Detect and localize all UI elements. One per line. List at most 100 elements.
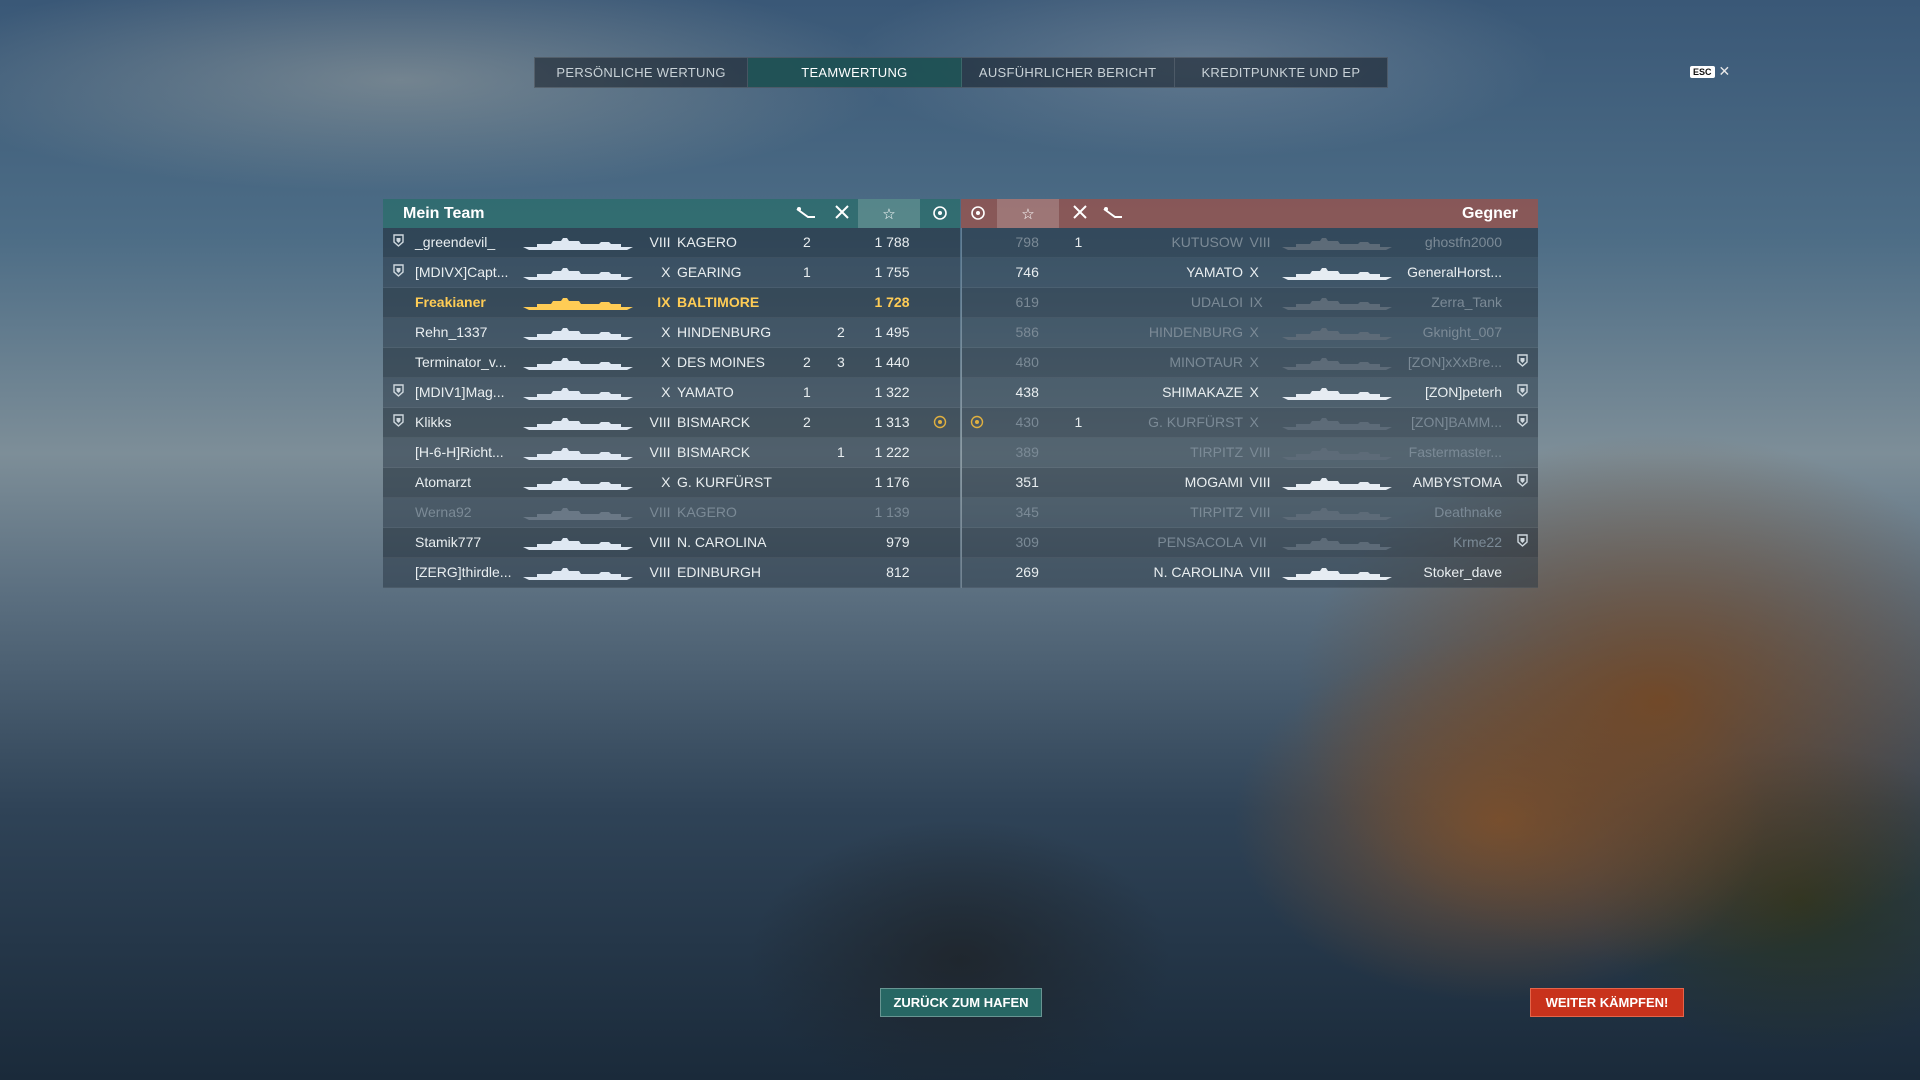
tab-personal-score[interactable]: PERSÖNLICHE WERTUNG xyxy=(535,58,749,87)
player-name[interactable]: Rehn_1337 xyxy=(415,324,487,340)
score: 586 xyxy=(1015,324,1039,340)
ship-tier: X xyxy=(661,354,671,370)
player-row-3[interactable]: Freakianer IX BALTIMORE 1 728 xyxy=(383,288,960,318)
division-badge-icon xyxy=(1516,354,1528,367)
player-name[interactable]: Stoker_dave xyxy=(1423,564,1502,580)
tab-detailed-report[interactable]: AUSFÜHRLICHER BERICHT xyxy=(962,58,1175,87)
enemy-row-5[interactable]: 480 MINOTAUR X [ZON]xXxBre... xyxy=(961,348,1538,378)
player-row-5[interactable]: Terminator_v... X DES MOINES 2 3 1 440 xyxy=(383,348,960,378)
player-name[interactable]: Fastermaster... xyxy=(1409,444,1502,460)
kill-icon xyxy=(1070,205,1090,222)
ship-tier: X xyxy=(661,474,671,490)
torpedo-hit-icon xyxy=(796,205,816,222)
score: 1 313 xyxy=(874,414,910,430)
player-name[interactable]: Werna92 xyxy=(415,504,472,520)
ship-silhouette-icon xyxy=(523,296,633,310)
enemy-row-10[interactable]: 345 TIRPITZ VIII Deathnake xyxy=(961,498,1538,528)
player-name[interactable]: Zerra_Tank xyxy=(1431,294,1502,310)
division-badge-icon xyxy=(1516,474,1528,487)
ship-tier: VIII xyxy=(1249,234,1271,250)
ship-tier: VIII xyxy=(649,444,671,460)
score: 746 xyxy=(1015,264,1039,280)
score: 798 xyxy=(1015,234,1039,250)
ship-silhouette-icon xyxy=(1281,476,1392,490)
player-name[interactable]: _greendevil_ xyxy=(415,234,495,250)
ship-silhouette-icon xyxy=(1281,506,1392,520)
ship-tier: VIII xyxy=(649,234,671,250)
ship-name: DES MOINES xyxy=(677,354,765,370)
tab-team-score[interactable]: TEAMWERTUNG xyxy=(748,58,962,87)
player-row-6[interactable]: [MDIV1]Mag... X YAMATO 1 1 322 xyxy=(383,378,960,408)
torpedo-hit-count: 1 xyxy=(803,384,811,400)
score: 345 xyxy=(1015,504,1039,520)
player-name[interactable]: GeneralHorst... xyxy=(1407,264,1502,280)
player-row-2[interactable]: [MDIVX]Capt... X GEARING 1 1 755 xyxy=(383,258,960,288)
ship-name: YAMATO xyxy=(677,384,734,400)
ship-name: BALTIMORE xyxy=(677,294,760,310)
keep-fighting-button[interactable]: WEITER KÄMPFEN! xyxy=(1530,988,1684,1017)
player-row-12[interactable]: [ZERG]thirdle... VIII EDINBURGH 812 xyxy=(383,558,960,588)
close-icon[interactable]: ✕ xyxy=(1719,63,1731,80)
enemy-row-12[interactable]: 269 N. CAROLINA VIII Stoker_dave xyxy=(961,558,1538,588)
enemy-row-6[interactable]: 438 SHIMAKAZE X [ZON]peterh xyxy=(961,378,1538,408)
player-row-8[interactable]: [H-6-H]Richt... VIII BISMARCK 1 1 222 xyxy=(383,438,960,468)
result-tabs: PERSÖNLICHE WERTUNG TEAMWERTUNG AUSFÜHRL… xyxy=(534,57,1388,88)
player-row-7[interactable]: Klikks VIII BISMARCK 2 1 313 xyxy=(383,408,960,438)
kill-count: 2 xyxy=(837,324,845,340)
player-name[interactable]: Deathnake xyxy=(1434,504,1502,520)
division-badge-icon xyxy=(393,384,404,397)
torpedo-hit-count: 2 xyxy=(803,414,811,430)
ship-silhouette-icon xyxy=(1281,296,1392,310)
score: 389 xyxy=(1015,444,1039,460)
player-row-11[interactable]: Stamik777 VIII N. CAROLINA 979 xyxy=(383,528,960,558)
ship-tier: VIII xyxy=(649,504,671,520)
player-row-10[interactable]: Werna92 VIII KAGERO 1 139 xyxy=(383,498,960,528)
player-row-1[interactable]: _greendevil_ VIII KAGERO 2 1 788 xyxy=(383,228,960,258)
ship-name: KUTUSOW xyxy=(1171,234,1243,250)
player-row-9[interactable]: Atomarzt X G. KURFÜRST 1 176 xyxy=(383,468,960,498)
ship-silhouette-icon xyxy=(1281,416,1392,430)
enemy-row-1[interactable]: 798 1 KUTUSOW VIII ghostfn2000 xyxy=(961,228,1538,258)
return-to-port-button[interactable]: ZURÜCK ZUM HAFEN xyxy=(880,988,1042,1017)
score: 1 788 xyxy=(874,234,910,250)
player-name[interactable]: [MDIV1]Mag... xyxy=(415,384,504,400)
division-badge-icon xyxy=(393,234,404,247)
player-name[interactable]: [H-6-H]Richt... xyxy=(415,444,504,460)
kill-count: 1 xyxy=(1074,234,1083,250)
enemy-row-9[interactable]: 351 MOGAMI VIII AMBYSTOMA xyxy=(961,468,1538,498)
enemy-row-2[interactable]: 746 YAMATO X GeneralHorst... xyxy=(961,258,1538,288)
player-name[interactable]: [ZON]BAMM... xyxy=(1411,414,1502,430)
player-name[interactable]: AMBYSTOMA xyxy=(1413,474,1502,490)
player-name[interactable]: Freakianer xyxy=(415,294,486,310)
player-name[interactable]: [MDIVX]Capt... xyxy=(415,264,508,280)
player-name[interactable]: [ZON]xXxBre... xyxy=(1408,354,1502,370)
player-name[interactable]: Klikks xyxy=(415,414,452,430)
player-name[interactable]: Stamik777 xyxy=(415,534,481,550)
enemy-row-11[interactable]: 309 PENSACOLA VII Krme22 xyxy=(961,528,1538,558)
enemy-row-3[interactable]: 619 UDALOI IX Zerra_Tank xyxy=(961,288,1538,318)
esc-close-button[interactable]: ESC ✕ xyxy=(1690,63,1730,80)
enemy-row-7[interactable]: 430 1 G. KURFÜRST X [ZON]BAMM... xyxy=(961,408,1538,438)
player-name[interactable]: Krme22 xyxy=(1453,534,1502,550)
player-name[interactable]: Atomarzt xyxy=(415,474,471,490)
kill-count: 1 xyxy=(1074,414,1083,430)
ship-silhouette-icon xyxy=(523,446,633,460)
tab-credits-xp[interactable]: KREDITPUNKTE UND EP xyxy=(1175,58,1387,87)
player-name[interactable]: Gknight_007 xyxy=(1423,324,1502,340)
ship-silhouette-icon xyxy=(523,266,633,280)
score: 309 xyxy=(1015,534,1039,550)
ship-name: UDALOI xyxy=(1190,294,1243,310)
player-row-4[interactable]: Rehn_1337 X HINDENBURG 2 1 495 xyxy=(383,318,960,348)
enemy-row-8[interactable]: 389 TIRPITZ VIII Fastermaster... xyxy=(961,438,1538,468)
enemy-row-4[interactable]: 586 HINDENBURG X Gknight_007 xyxy=(961,318,1538,348)
ship-name: KAGERO xyxy=(677,504,737,520)
ship-tier: X xyxy=(661,264,671,280)
player-name[interactable]: ghostfn2000 xyxy=(1425,234,1502,250)
player-name[interactable]: Terminator_v... xyxy=(415,354,507,370)
ship-silhouette-icon xyxy=(1281,386,1392,400)
player-name[interactable]: [ZERG]thirdle... xyxy=(415,564,511,580)
esc-key-label: ESC xyxy=(1690,65,1715,78)
ship-silhouette-icon xyxy=(1281,326,1392,340)
player-name[interactable]: [ZON]peterh xyxy=(1425,384,1502,400)
score: 1 176 xyxy=(874,474,910,490)
